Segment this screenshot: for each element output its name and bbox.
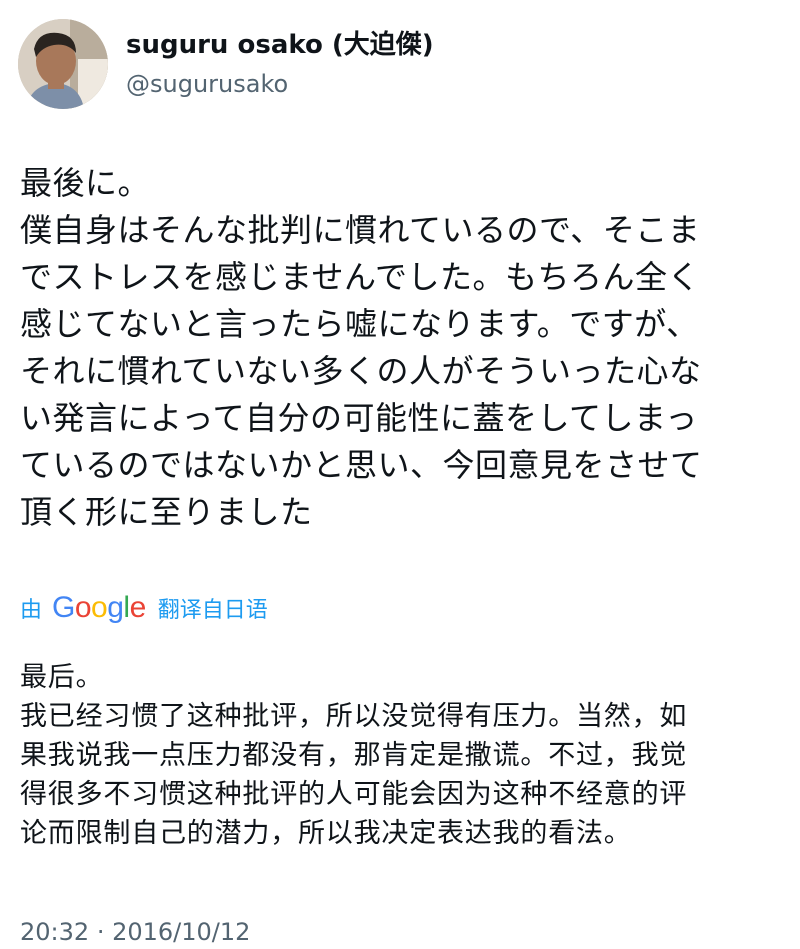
translation-attribution[interactable]: 由 Google 翻译自日语 — [20, 588, 268, 628]
user-info: suguru osako (大迫傑) @sugurusako — [126, 27, 434, 101]
avatar[interactable] — [18, 19, 108, 109]
tweet-card: suguru osako (大迫傑) @sugurusako 最後に。僕自身はそ… — [0, 0, 800, 949]
tweet-text-original-line: 僕自身はそんな批判に慣れているので、そこま — [20, 211, 701, 249]
tweet-text-translated-line: 论而限制自己的潜力，所以我决定表达我的看法。 — [20, 818, 632, 849]
profile-photo-icon — [18, 19, 108, 109]
separator-dot: · — [96, 918, 105, 946]
google-logo-letter: o — [91, 591, 108, 624]
tweet-text-original-line: でストレスを感じませんでした。もちろん全く — [20, 258, 700, 296]
user-handle[interactable]: @sugurusako — [126, 67, 434, 101]
google-logo-letter: g — [107, 591, 124, 624]
tweet-text-translated-line: 得很多不习惯这种批评的人可能会因为这种不经意的评 — [20, 779, 688, 810]
tweet-text-original-line: い発言によって自分の可能性に蓋をしてしまっ — [20, 399, 698, 437]
tweet-text-translated: 最后。我已经习惯了这种批评，所以没觉得有压力。当然，如 果我说我一点压力都没有，那… — [20, 658, 790, 853]
google-logo-letter: G — [52, 591, 75, 624]
tweet-text-original: 最後に。僕自身はそんな批判に慣れているので、そこま でストレスを感じませんでした。… — [20, 160, 790, 536]
tweet-time: 20:32 — [20, 918, 90, 946]
tweet-text-translated-line: 最后。 — [20, 662, 104, 693]
translation-by-label: 由 — [20, 598, 43, 623]
tweet-date: 2016/10/12 — [112, 918, 251, 946]
google-logo: Google — [52, 591, 146, 625]
google-logo-letter: e — [129, 591, 147, 624]
google-logo-letter: o — [74, 591, 92, 624]
tweet-text-original-line: ているのではないかと思い、今回意見をさせて — [20, 446, 703, 484]
tweet-header: suguru osako (大迫傑) @sugurusako — [18, 16, 434, 112]
display-name[interactable]: suguru osako (大迫傑) — [126, 27, 434, 63]
tweet-text-original-line: 最後に。 — [20, 164, 151, 202]
tweet-text-original-line: それに慣れていない多くの人がそういった心な — [20, 352, 702, 390]
tweet-timestamp[interactable]: 20:32 · 2016/10/12 — [20, 915, 250, 949]
tweet-text-translated-line: 果我说我一点压力都没有，那肯定是撒谎。不过，我觉 — [20, 740, 688, 771]
tweet-text-original-line: 頂く形に至りました — [20, 493, 313, 531]
tweet-text-translated-line: 我已经习惯了这种批评，所以没觉得有压力。当然，如 — [20, 701, 688, 732]
translation-note: 翻译自日语 — [157, 598, 268, 623]
tweet-text-original-line: 感じてないと言ったら嘘になります。ですが、 — [20, 305, 699, 343]
